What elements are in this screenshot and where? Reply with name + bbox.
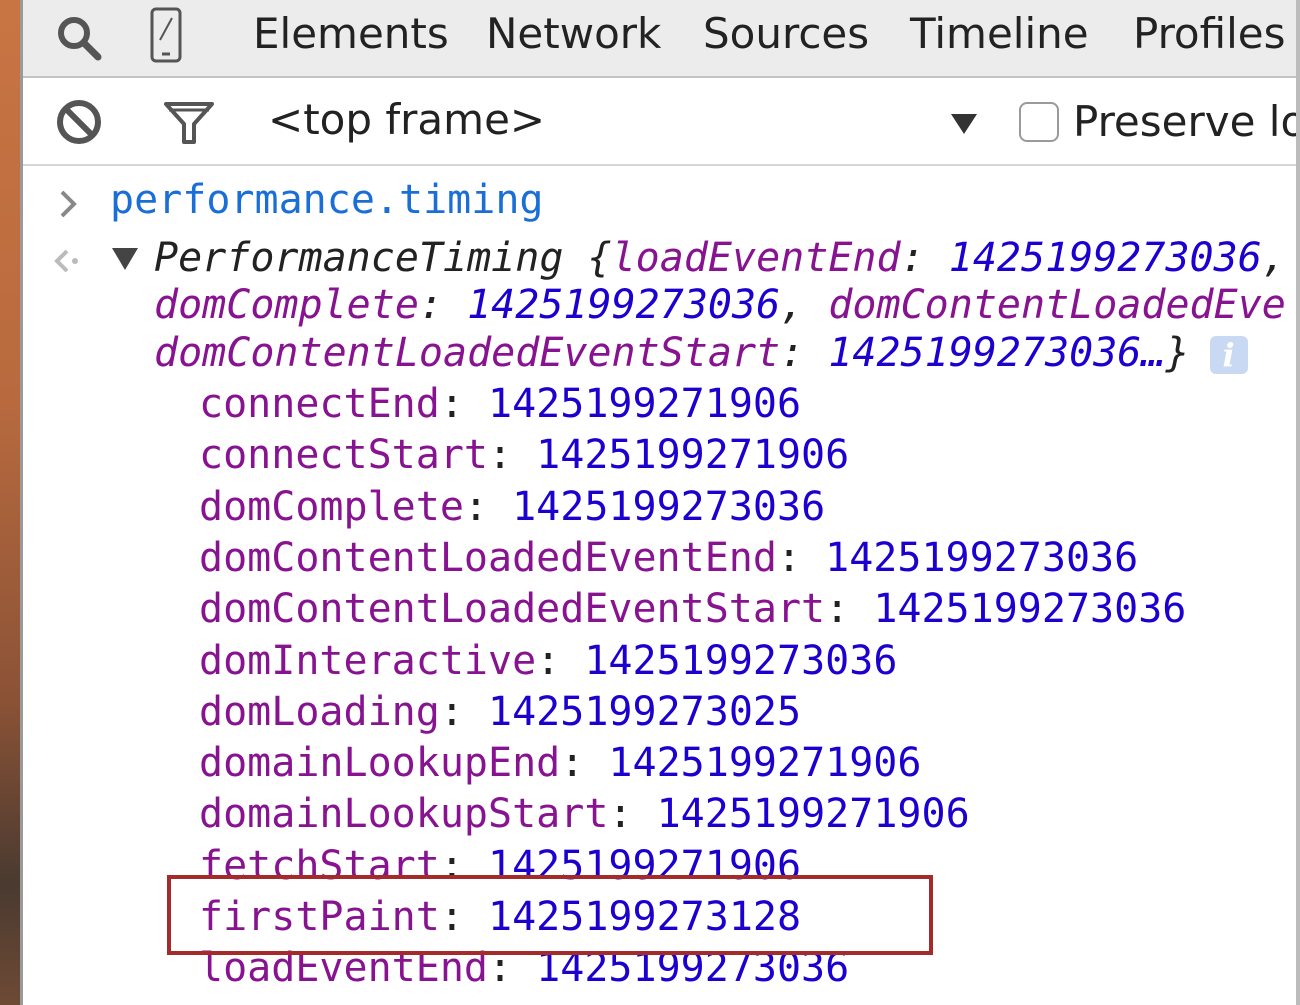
desktop-background-strip bbox=[0, 0, 22, 1005]
device-mode-icon[interactable] bbox=[148, 6, 184, 64]
property-row: domainLookupStart: 1425199271906 bbox=[199, 791, 970, 837]
frame-selector[interactable]: <top frame> bbox=[268, 94, 545, 146]
property-value: 1425199271906 bbox=[608, 740, 922, 786]
property-value: 1425199273036 bbox=[512, 484, 826, 530]
property-value: 1425199273036 bbox=[584, 638, 898, 684]
tab-timeline[interactable]: Timeline bbox=[910, 8, 1089, 60]
property-key: domContentLoadedEventEnd bbox=[199, 535, 777, 581]
console-command: performance.timing bbox=[110, 177, 544, 223]
property-value: 1425199271906 bbox=[488, 381, 802, 427]
property-key: domLoading bbox=[199, 689, 440, 735]
property-key: domContentLoadedEventStart bbox=[199, 586, 826, 632]
brace-close: } bbox=[1165, 330, 1190, 376]
property-row: domInteractive: 1425199273036 bbox=[199, 638, 898, 684]
prompt-chevron-icon bbox=[60, 190, 77, 218]
tab-network[interactable]: Network bbox=[486, 8, 661, 60]
preserve-log-label: Preserve lo bbox=[1073, 97, 1296, 146]
property-key: domainLookupStart bbox=[199, 791, 609, 837]
summary-value: 1425199273036 bbox=[467, 282, 781, 328]
disclosure-triangle-icon[interactable] bbox=[111, 246, 139, 272]
summary-key: loadEventEnd bbox=[611, 235, 901, 281]
tab-sources[interactable]: Sources bbox=[703, 8, 869, 60]
property-value: 1425199271906 bbox=[656, 791, 970, 837]
property-key: connectStart bbox=[199, 432, 488, 478]
property-row: domLoading: 1425199273025 bbox=[199, 689, 802, 735]
console-command-line: performance.timing bbox=[110, 176, 543, 224]
preserve-log-checkbox[interactable] bbox=[1019, 102, 1059, 142]
property-key: connectEnd bbox=[199, 381, 440, 427]
info-icon[interactable]: i bbox=[1209, 336, 1248, 374]
summary-value: 1425199273036 bbox=[948, 235, 1262, 281]
console-toolbar: <top frame> Preserve lo bbox=[23, 78, 1296, 166]
search-icon[interactable] bbox=[55, 14, 103, 62]
object-type-name: PerformanceTiming bbox=[154, 235, 564, 281]
property-key: domComplete bbox=[199, 484, 464, 530]
highlight-annotation-box bbox=[167, 875, 933, 955]
brace-open: { bbox=[563, 235, 612, 281]
property-row: domContentLoadedEventStart: 142519927303… bbox=[199, 586, 1187, 632]
property-value: 1425199273036 bbox=[825, 535, 1139, 581]
result-arrow-icon bbox=[54, 249, 78, 273]
property-row: domComplete: 1425199273036 bbox=[199, 484, 826, 530]
property-key: domInteractive bbox=[199, 638, 537, 684]
object-summary-line-3: domContentLoadedEventStart: 142519927303… bbox=[154, 329, 1248, 377]
dropdown-arrow-icon[interactable] bbox=[949, 112, 979, 136]
tab-profiles[interactable]: Profiles bbox=[1133, 8, 1285, 60]
devtools-tab-bar: Elements Network Sources Timeline Profil… bbox=[23, 0, 1296, 78]
property-row: connectStart: 1425199271906 bbox=[199, 432, 850, 478]
property-value: 1425199273025 bbox=[488, 689, 802, 735]
summary-key: domComplete bbox=[154, 282, 419, 328]
clear-console-icon[interactable] bbox=[55, 98, 103, 146]
summary-key: domContentLoadedEventStart bbox=[154, 330, 781, 376]
tab-elements[interactable]: Elements bbox=[253, 8, 449, 60]
filter-icon[interactable] bbox=[163, 98, 215, 146]
property-row: domainLookupEnd: 1425199271906 bbox=[199, 740, 922, 786]
scrollbar-edge bbox=[1296, 0, 1300, 1005]
property-key: domainLookupEnd bbox=[199, 740, 561, 786]
property-value: 1425199271906 bbox=[536, 432, 850, 478]
property-row: connectEnd: 1425199271906 bbox=[199, 381, 802, 427]
property-value: 1425199273036 bbox=[873, 586, 1187, 632]
object-summary-line-1: PerformanceTiming {loadEventEnd: 1425199… bbox=[154, 235, 1286, 281]
object-summary-line-2: domComplete: 1425199273036, domContentLo… bbox=[154, 282, 1286, 328]
property-row: domContentLoadedEventEnd: 1425199273036 bbox=[199, 535, 1139, 581]
summary-value: 1425199273036… bbox=[828, 330, 1166, 376]
summary-key: domContentLoadedEve bbox=[828, 282, 1286, 328]
